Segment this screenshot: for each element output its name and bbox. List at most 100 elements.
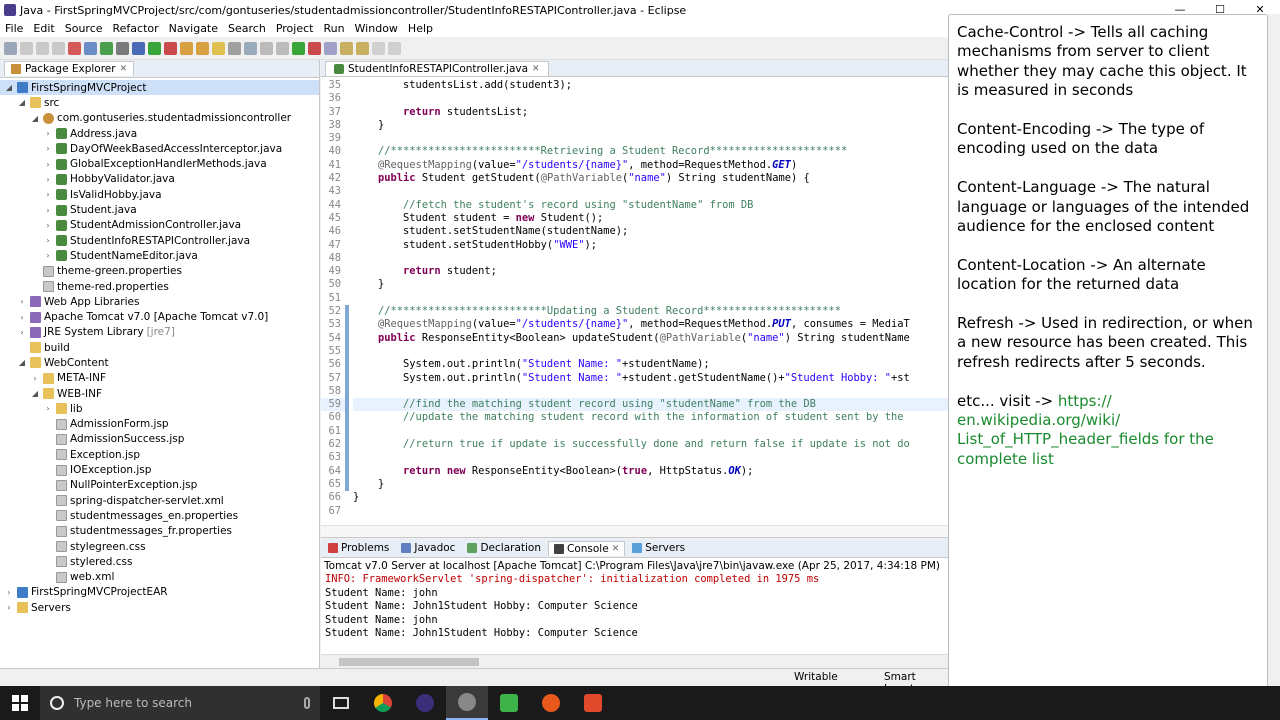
taskbar-chrome[interactable] — [362, 686, 404, 720]
menu-run[interactable]: Run — [318, 22, 349, 35]
code-line[interactable]: 36 — [321, 92, 948, 106]
forward-icon[interactable] — [388, 41, 401, 55]
code-line[interactable]: 55 — [321, 344, 948, 359]
tree-item[interactable]: › StudentNameEditor.java — [0, 248, 319, 263]
tree-item[interactable]: ◢ src — [0, 95, 319, 110]
tree-item[interactable]: AdmissionForm.jsp — [0, 417, 319, 432]
tree-item[interactable]: › IsValidHobby.java — [0, 187, 319, 202]
code-line[interactable]: 43 — [321, 185, 948, 199]
expand-toggle-icon[interactable]: › — [43, 221, 53, 230]
code-line[interactable]: 35 studentsList.add(student3); — [321, 79, 948, 93]
external-tools-icon[interactable] — [164, 41, 177, 55]
menu-window[interactable]: Window — [350, 22, 403, 35]
code-line[interactable]: 51 — [321, 291, 948, 306]
tree-item[interactable]: › META-INF — [0, 371, 319, 386]
task-view-button[interactable] — [320, 686, 362, 720]
tab-servers[interactable]: Servers — [627, 541, 690, 555]
tree-item[interactable]: theme-green.properties — [0, 264, 319, 279]
code-line[interactable]: 42 public Student getStudent(@PathVariab… — [321, 172, 948, 186]
expand-toggle-icon[interactable]: › — [43, 190, 53, 199]
close-console-icon[interactable]: ✕ — [612, 544, 620, 554]
code-line[interactable]: 61 — [321, 424, 948, 439]
microphone-icon[interactable] — [304, 697, 310, 709]
editor-tab[interactable]: StudentInfoRESTAPIController.java ✕ — [325, 61, 549, 76]
tree-item[interactable]: web.xml — [0, 570, 319, 585]
expand-toggle-icon[interactable]: ◢ — [30, 114, 40, 123]
debug-skip-icon[interactable] — [68, 41, 81, 55]
editor-horizontal-scrollbar[interactable] — [321, 525, 948, 537]
tree-item[interactable]: stylered.css — [0, 554, 319, 569]
expand-toggle-icon[interactable]: › — [17, 313, 27, 322]
code-line[interactable]: 41 @RequestMapping(value="/students/{nam… — [321, 158, 948, 173]
start-button[interactable] — [0, 686, 40, 720]
taskbar-search[interactable]: Type here to search — [40, 686, 320, 720]
tab-problems[interactable]: Problems — [323, 541, 394, 555]
expand-toggle-icon[interactable]: ◢ — [17, 358, 27, 367]
save-all-icon[interactable] — [36, 41, 49, 55]
debug-icon[interactable] — [132, 41, 145, 55]
expand-toggle-icon[interactable]: ◢ — [17, 98, 27, 107]
block-select-icon[interactable] — [260, 41, 273, 55]
step-icon[interactable] — [324, 41, 337, 55]
tree-item[interactable]: › Student.java — [0, 202, 319, 217]
menu-help[interactable]: Help — [403, 22, 438, 35]
code-line[interactable]: 57 System.out.println("Student Name: "+s… — [321, 371, 948, 385]
next-annotation-icon[interactable] — [340, 41, 353, 55]
expand-toggle-icon[interactable]: › — [17, 297, 27, 306]
tree-item[interactable]: › Web App Libraries — [0, 294, 319, 309]
taskbar-app-red[interactable] — [572, 686, 614, 720]
tree-item[interactable]: ◢ FirstSpringMVCProject — [0, 80, 319, 96]
tree-item[interactable]: › JRE System Library [jre7] — [0, 325, 319, 340]
taskbar-camtasia[interactable] — [488, 686, 530, 720]
tree-item[interactable]: › StudentAdmissionController.java — [0, 218, 319, 233]
code-line[interactable]: 38 } — [321, 118, 948, 133]
expand-toggle-icon[interactable]: › — [4, 588, 14, 597]
taskbar-settings[interactable] — [446, 686, 488, 720]
code-line[interactable]: 44 //fetch the student's record using "s… — [321, 198, 948, 212]
tree-item[interactable]: ◢ WEB-INF — [0, 386, 319, 401]
expand-toggle-icon[interactable]: › — [4, 603, 14, 612]
tree-item[interactable]: stylegreen.css — [0, 539, 319, 554]
code-line[interactable]: 54 public ResponseEntity<Boolean> update… — [321, 331, 948, 345]
tree-item[interactable]: › lib — [0, 401, 319, 416]
tree-item[interactable]: build — [0, 340, 319, 355]
code-line[interactable]: 52 //*************************Updating a… — [321, 305, 948, 319]
menu-refactor[interactable]: Refactor — [108, 22, 164, 35]
code-line[interactable]: 67 — [321, 504, 948, 518]
menu-navigate[interactable]: Navigate — [164, 22, 223, 35]
tree-item[interactable]: › Apache Tomcat v7.0 [Apache Tomcat v7.0] — [0, 309, 319, 324]
print-icon[interactable] — [52, 41, 65, 55]
code-line[interactable]: 64 return new ResponseEntity<Boolean>(tr… — [321, 464, 948, 478]
tab-javadoc[interactable]: Javadoc — [396, 541, 460, 555]
code-line[interactable]: 58 — [321, 384, 948, 399]
tree-item[interactable]: › StudentInfoRESTAPIController.java — [0, 233, 319, 248]
taskbar-eclipse[interactable] — [404, 686, 446, 720]
menu-edit[interactable]: Edit — [28, 22, 59, 35]
code-line[interactable]: 39 — [321, 132, 948, 146]
tree-item[interactable]: › GlobalExceptionHandlerMethods.java — [0, 156, 319, 171]
run-icon[interactable] — [148, 41, 161, 55]
new-package-icon[interactable] — [180, 41, 193, 55]
code-line[interactable]: 46 student.setStudentName(studentName); — [321, 225, 948, 239]
console-horizontal-scrollbar[interactable] — [321, 654, 948, 668]
tree-item[interactable]: › DayOfWeekBasedAccessInterceptor.java — [0, 141, 319, 156]
new-server-icon[interactable] — [84, 41, 97, 55]
tab-console[interactable]: Console ✕ — [548, 540, 626, 556]
search-icon[interactable] — [228, 41, 241, 55]
expand-toggle-icon[interactable]: › — [43, 175, 53, 184]
tree-item[interactable]: Exception.jsp — [0, 447, 319, 462]
expand-toggle-icon[interactable]: › — [43, 404, 53, 413]
code-line[interactable]: 56 System.out.println("Student Name: "+s… — [321, 358, 948, 372]
terminate-icon[interactable] — [308, 41, 321, 55]
code-line[interactable]: 47 student.setStudentHobby("WWE"); — [321, 238, 948, 252]
menu-file[interactable]: File — [0, 22, 28, 35]
tree-item[interactable]: studentmessages_fr.properties — [0, 524, 319, 539]
expand-toggle-icon[interactable]: › — [17, 328, 27, 337]
prev-annotation-icon[interactable] — [356, 41, 369, 55]
code-line[interactable]: 45 Student student = new Student(); — [321, 211, 948, 226]
code-line[interactable]: 48 — [321, 251, 948, 266]
resume-icon[interactable] — [292, 41, 305, 55]
close-editor-icon[interactable]: ✕ — [532, 64, 540, 74]
console-output[interactable]: INFO: FrameworkServlet 'spring-dispatche… — [321, 573, 948, 641]
tree-item[interactable]: › Address.java — [0, 126, 319, 141]
